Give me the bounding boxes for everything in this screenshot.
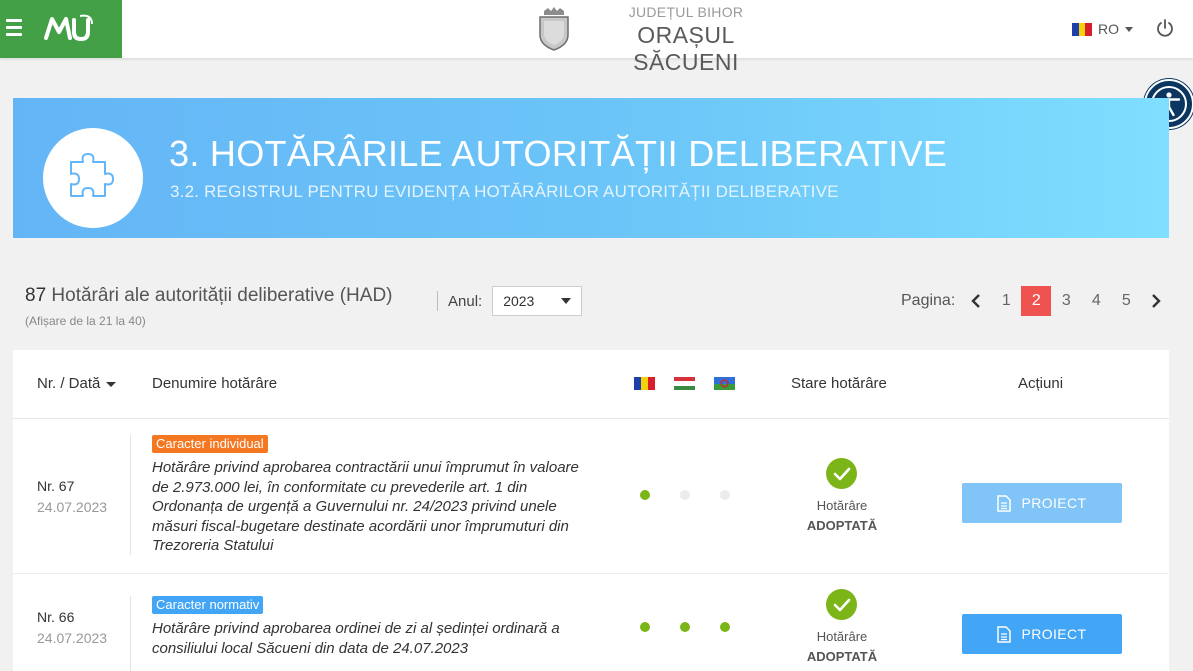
page-title: 3. HOTĂRÂRILE AUTORITĂȚII DELIBERATIVE xyxy=(169,133,948,174)
year-label: Anul: xyxy=(448,292,483,310)
results-count-line: 87 Hotărâri ale autorității deliberative… xyxy=(25,285,393,307)
next-page-button[interactable] xyxy=(1141,286,1171,316)
pagination-label: Pagina: xyxy=(901,292,956,309)
brand-area xyxy=(0,0,122,58)
decision-title[interactable]: Hotărâre privind aprobarea contractării … xyxy=(152,458,592,556)
logo[interactable] xyxy=(44,12,94,44)
column-status: Stare hotărâre xyxy=(791,375,887,392)
page-5-button[interactable]: 5 xyxy=(1111,286,1141,316)
check-icon xyxy=(826,458,857,489)
decision-title[interactable]: Hotărâre privind aprobarea ordinei de zi… xyxy=(152,619,592,658)
page-4-button[interactable]: 4 xyxy=(1081,286,1111,316)
pagination: Pagina: 1 2 3 4 5 xyxy=(901,286,1171,316)
table-row: Nr. 66 24.07.2023 Caracter normativ Hotă… xyxy=(13,574,1169,671)
character-badge: Caracter individual xyxy=(152,435,268,453)
year-select[interactable]: 2023 xyxy=(492,286,583,316)
hu-flag-icon xyxy=(674,377,695,390)
ro-flag-icon xyxy=(1072,22,1093,36)
check-icon xyxy=(826,589,857,620)
year-filter: Anul: 2023 xyxy=(437,286,583,316)
column-actions: Acțiuni xyxy=(1018,375,1064,392)
document-icon xyxy=(997,494,1012,512)
table-row: Nr. 67 24.07.2023 Caracter individual Ho… xyxy=(13,419,1169,574)
divider xyxy=(437,291,438,311)
results-count: 87 xyxy=(25,285,47,306)
page-1-button[interactable]: 1 xyxy=(991,286,1021,316)
top-bar: JUDEȚUL BIHOR ORAȘUL SĂCUENI RO xyxy=(0,0,1193,75)
coat-of-arms-icon xyxy=(539,7,569,51)
ro-translation-dot xyxy=(640,490,650,500)
status-label: Hotărâre xyxy=(816,629,868,644)
roma-flag-icon xyxy=(714,377,735,390)
page-3-button[interactable]: 3 xyxy=(1051,286,1081,316)
page-2-button[interactable]: 2 xyxy=(1021,286,1052,316)
municipality-header: JUDEȚUL BIHOR ORAȘUL SĂCUENI xyxy=(538,4,798,75)
project-button[interactable]: PROIECT xyxy=(962,614,1122,654)
sort-by-number-date[interactable]: Nr. / Dată xyxy=(37,375,117,392)
hu-translation-dot xyxy=(680,490,690,500)
character-badge: Caracter normativ xyxy=(152,596,264,614)
decision-number: Nr. 67 xyxy=(37,478,75,494)
menu-icon[interactable] xyxy=(6,19,22,39)
project-button[interactable]: PROIECT xyxy=(962,483,1122,523)
document-icon xyxy=(997,625,1012,643)
chevron-down-icon xyxy=(561,298,572,304)
language-selector[interactable]: RO xyxy=(1072,20,1133,38)
city-name: ORAȘUL SĂCUENI xyxy=(633,22,739,75)
project-button-label: PROIECT xyxy=(1021,495,1087,511)
status-label: Hotărâre xyxy=(816,498,868,513)
chevron-left-icon xyxy=(971,294,981,308)
project-button-label: PROIECT xyxy=(1021,626,1087,642)
status-value: ADOPTATĂ xyxy=(806,518,878,533)
status-value: ADOPTATĂ xyxy=(806,649,878,664)
chevron-down-icon xyxy=(1125,26,1133,32)
decision-date: 24.07.2023 xyxy=(37,630,108,646)
sort-down-icon xyxy=(106,381,117,387)
table-header: Nr. / Dată Denumire hotărâre Stare hotăr… xyxy=(13,350,1169,419)
results-summary: 87 Hotărâri ale autorității deliberative… xyxy=(25,285,393,328)
decisions-table: Nr. / Dată Denumire hotărâre Stare hotăr… xyxy=(13,350,1169,671)
decision-number: Nr. 66 xyxy=(37,609,75,625)
divider xyxy=(130,596,131,671)
year-value: 2023 xyxy=(503,293,535,309)
prev-page-button[interactable] xyxy=(961,286,991,316)
section-banner: 3. HOTĂRÂRILE AUTORITĂȚII DELIBERATIVE 3… xyxy=(13,98,1169,238)
puzzle-icon xyxy=(70,153,114,197)
display-range: (Afișare de la 21 la 40) xyxy=(25,314,146,328)
ro-flag-icon xyxy=(634,377,655,390)
hu-translation-dot xyxy=(680,622,690,632)
decision-date: 24.07.2023 xyxy=(37,499,108,515)
ro-translation-dot xyxy=(640,622,650,632)
power-icon[interactable] xyxy=(1155,18,1175,38)
roma-translation-dot xyxy=(720,490,730,500)
divider xyxy=(130,435,131,555)
column-number-date: Nr. / Dată xyxy=(37,375,101,392)
page-subtitle: 3.2. REGISTRUL PENTRU EVIDENȚA HOTĂRÂRIL… xyxy=(170,182,839,201)
language-code: RO xyxy=(1098,21,1119,37)
results-label: Hotărâri ale autorității deliberative (H… xyxy=(46,285,393,306)
county-name: JUDEȚUL BIHOR xyxy=(628,4,744,20)
column-name: Denumire hotărâre xyxy=(152,375,278,392)
chevron-right-icon xyxy=(1152,294,1161,308)
roma-translation-dot xyxy=(720,622,730,632)
